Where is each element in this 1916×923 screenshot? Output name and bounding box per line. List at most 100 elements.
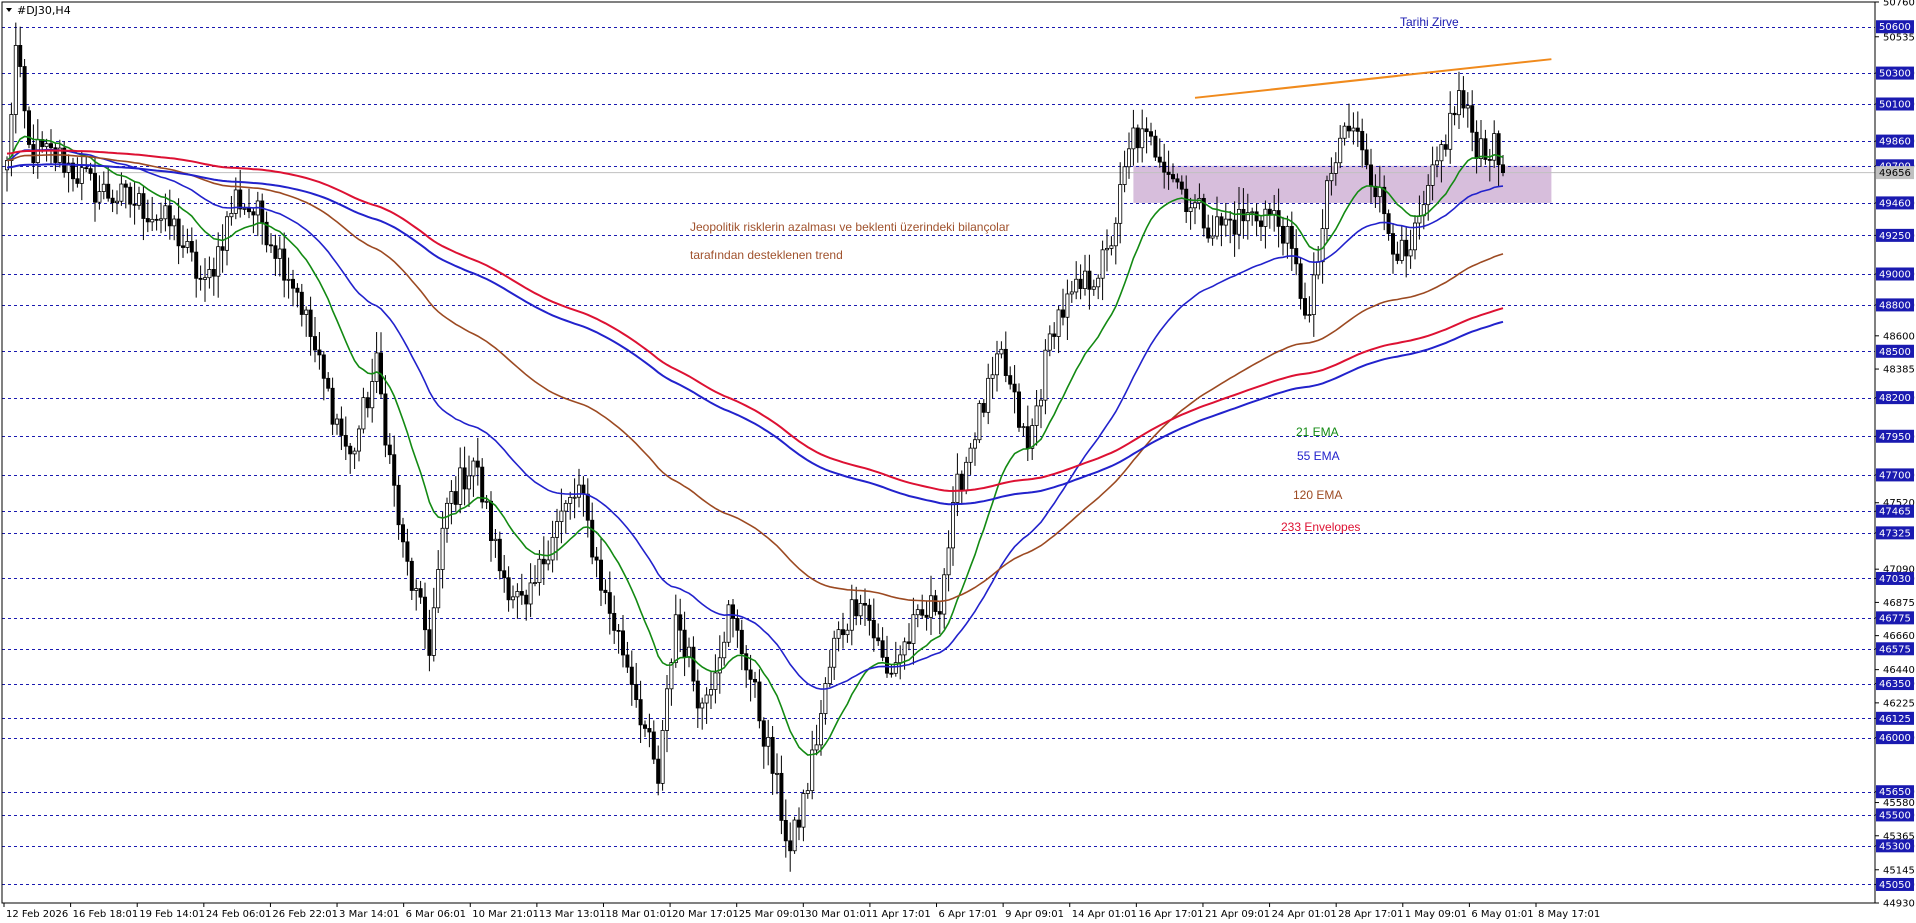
- candle-body: [1267, 208, 1272, 215]
- candle-body: [1065, 293, 1070, 318]
- candle-body: [568, 496, 573, 504]
- candle-body: [62, 147, 67, 173]
- candle-body: [510, 596, 515, 601]
- time-tick-label: 24 Feb 06:01: [206, 909, 272, 920]
- candle-body: [194, 251, 199, 279]
- level-price-tag-label: 45050: [1879, 880, 1911, 891]
- candle-body: [370, 381, 375, 409]
- candle-body: [502, 570, 507, 579]
- candle-body: [154, 218, 159, 221]
- candle-body: [1188, 207, 1193, 212]
- candle-body: [330, 387, 335, 425]
- candle-body: [317, 349, 322, 356]
- historic-peak-label: Tarihi Zirve: [1400, 15, 1459, 29]
- time-tick-label: 26 Feb 22:01: [272, 909, 338, 920]
- candle-body: [1162, 161, 1167, 173]
- candle-body: [132, 203, 137, 206]
- candle-body: [827, 666, 832, 684]
- candle-body: [1457, 90, 1462, 116]
- candle-body: [955, 473, 960, 503]
- candle-body: [88, 168, 93, 174]
- price-tick-label: 46225: [1883, 698, 1915, 709]
- time-tick-label: 16 Feb 18:01: [73, 909, 139, 920]
- price-tick-label: 46660: [1883, 631, 1915, 642]
- candle-body: [647, 728, 652, 733]
- candle-body: [1254, 211, 1259, 222]
- candle-body: [136, 193, 141, 206]
- candle-body: [308, 309, 313, 337]
- candle-body: [607, 592, 612, 614]
- candle-body: [1289, 225, 1294, 249]
- time-tick-label: 24 Apr 01:01: [1272, 909, 1337, 920]
- candle-body: [26, 110, 31, 145]
- candle-body: [198, 277, 203, 280]
- candle-body: [1329, 173, 1334, 182]
- candle-body: [229, 212, 234, 218]
- candle-body: [1325, 180, 1330, 229]
- candle-body: [224, 216, 229, 251]
- candle-body: [290, 278, 295, 289]
- candle-body: [299, 291, 304, 315]
- candle-body: [735, 618, 740, 631]
- candle-body: [1096, 277, 1101, 288]
- level-price-tag-label: 50100: [1879, 100, 1911, 111]
- candle-body: [625, 654, 630, 668]
- candle-body: [920, 609, 925, 616]
- candle-body: [1404, 239, 1409, 257]
- candle-body: [849, 599, 854, 631]
- candle-body: [13, 45, 18, 115]
- candle-body: [673, 614, 678, 664]
- level-price-tag-label: 48500: [1879, 347, 1911, 358]
- candle-body: [1232, 219, 1237, 235]
- level-price-tag-label: 47700: [1879, 470, 1911, 481]
- candle-body: [383, 393, 388, 446]
- price-chart[interactable]: #DJ30,H4 5076050535503005010049860497004…: [0, 0, 1916, 923]
- supply-zone[interactable]: [1133, 165, 1552, 203]
- candle-body: [480, 466, 485, 503]
- candle-body: [577, 484, 582, 498]
- candle-body: [1113, 222, 1118, 247]
- candle-body: [1091, 286, 1096, 290]
- candle-body: [352, 450, 357, 455]
- candle-body: [1373, 185, 1378, 198]
- candle-body: [695, 680, 700, 709]
- candle-body: [488, 500, 493, 541]
- candle-body: [396, 484, 401, 526]
- candle-body: [1118, 184, 1123, 224]
- time-tick-label: 28 Apr 17:01: [1338, 909, 1403, 920]
- candle-body: [79, 167, 84, 184]
- candle-body: [748, 669, 753, 680]
- candle-body: [1316, 261, 1321, 276]
- candle-body: [1184, 188, 1189, 212]
- candle-body: [1281, 225, 1286, 244]
- candle-body: [871, 620, 876, 639]
- candle-body: [1061, 309, 1066, 318]
- candle-body: [836, 629, 841, 639]
- candle-body: [1047, 333, 1052, 351]
- candle-body: [757, 681, 762, 722]
- candle-body: [788, 840, 793, 852]
- candle-body: [845, 629, 850, 636]
- candle-body: [929, 595, 934, 618]
- candle-body: [242, 208, 247, 210]
- candle-body: [915, 609, 920, 616]
- candle-body: [334, 418, 339, 425]
- level-price-tag-label: 46775: [1879, 613, 1911, 624]
- time-tick-label: 9 Apr 09:01: [1005, 909, 1064, 920]
- candle-body: [1008, 375, 1013, 385]
- chart-symbol-title: #DJ30,H4: [17, 4, 71, 17]
- chart-background: [0, 0, 1916, 923]
- candle-body: [691, 646, 696, 682]
- candle-body: [678, 614, 683, 631]
- level-price-tag-label: 48800: [1879, 300, 1911, 311]
- candle-body: [1470, 105, 1475, 133]
- candle-body: [524, 594, 529, 605]
- candle-body: [246, 208, 251, 213]
- candle-body: [643, 724, 648, 729]
- candle-body: [220, 246, 225, 251]
- level-price-tag-label: 45650: [1879, 787, 1911, 798]
- candle-body: [999, 348, 1004, 355]
- candle-body: [1056, 309, 1061, 337]
- candle-body: [150, 218, 155, 223]
- candle-body: [97, 191, 102, 203]
